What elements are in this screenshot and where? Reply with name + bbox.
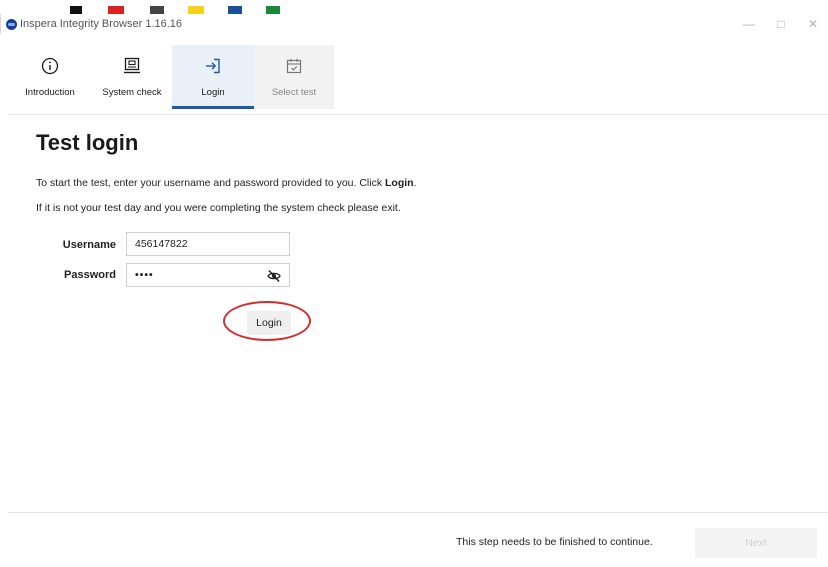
calendar-check-icon: [283, 55, 305, 77]
instruction-text: To start the test, enter your username a…: [36, 177, 386, 189]
step-label: Select test: [271, 87, 317, 98]
username-value: 456147822: [135, 238, 188, 250]
password-value: ••••: [135, 269, 154, 281]
window-controls: — □ ✕: [733, 14, 828, 34]
taskbar-icon: [150, 6, 164, 14]
step-system-check[interactable]: System check: [92, 45, 172, 109]
footer-message: This step needs to be finished to contin…: [456, 536, 653, 548]
instruction-login-emphasis: Login: [385, 177, 414, 189]
eye-slash-icon[interactable]: [267, 269, 281, 283]
info-icon: [39, 55, 61, 77]
step-introduction[interactable]: Introduction: [8, 45, 92, 109]
login-instruction: To start the test, enter your username a…: [36, 177, 417, 189]
taskbar-icon: [188, 6, 204, 14]
username-input[interactable]: 456147822: [126, 232, 290, 256]
desktop-taskbar-strip: [0, 0, 828, 14]
minimize-button[interactable]: —: [733, 14, 765, 34]
password-label: Password: [64, 269, 116, 281]
taskbar-icon: [266, 6, 280, 14]
divider: [8, 114, 828, 115]
password-input[interactable]: ••••: [126, 263, 290, 287]
app-logo-icon: [6, 18, 17, 30]
step-label: Introduction: [25, 87, 75, 98]
maximize-button[interactable]: □: [765, 14, 797, 34]
step-label: System check: [102, 87, 162, 98]
annotation-circle: [223, 301, 311, 341]
instruction-end: .: [413, 177, 417, 189]
taskbar-icon: [108, 6, 124, 14]
username-label: Username: [62, 239, 116, 251]
exit-note: If it is not your test day and you were …: [36, 202, 401, 214]
step-login[interactable]: Login: [172, 45, 254, 109]
window-title: Inspera Integrity Browser 1.16.16: [20, 18, 183, 30]
laptop-check-icon: [121, 55, 143, 77]
step-label: Login: [201, 87, 225, 98]
page-title: Test login: [36, 130, 139, 155]
step-select-test: Select test: [254, 45, 334, 109]
taskbar-icon: [228, 6, 242, 14]
taskbar-icon: [70, 6, 82, 14]
close-button[interactable]: ✕: [797, 14, 828, 34]
window-titlebar: Inspera Integrity Browser 1.16.16 — □ ✕: [0, 14, 828, 34]
step-navigation: Introduction System check Login Select t…: [8, 45, 334, 109]
divider: [8, 512, 828, 513]
sign-in-icon: [202, 55, 224, 77]
next-button: Next: [695, 528, 817, 558]
